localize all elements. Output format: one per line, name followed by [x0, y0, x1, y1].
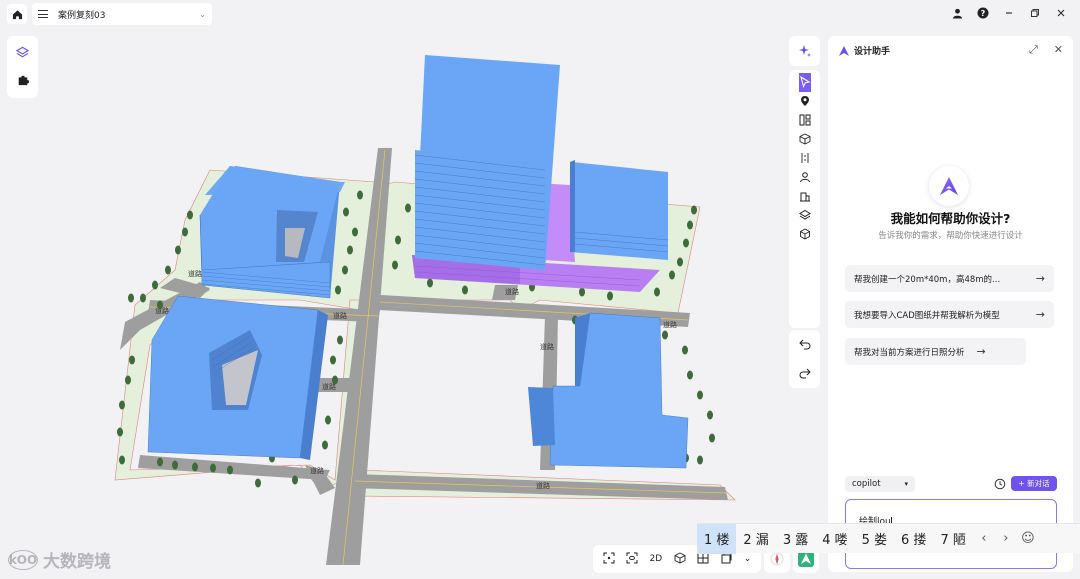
top-bar: 案例复刻03 ⌄ ?: [0, 0, 1080, 28]
history-icon[interactable]: [994, 478, 1006, 490]
scene-canvas: 道路 道路 道路 道路 道路 道路 道路 道路 道路: [114, 55, 736, 566]
restore-icon[interactable]: [1028, 6, 1042, 20]
ime-candidate[interactable]: 2 漏: [736, 524, 775, 554]
select-tool-button[interactable]: [798, 73, 811, 92]
ime-candidate[interactable]: 1 楼: [697, 523, 737, 554]
layer-tool-button[interactable]: [798, 206, 811, 225]
caret-down-icon: ▾: [904, 480, 908, 488]
eye-view-icon[interactable]: [626, 552, 638, 567]
close-panel-icon[interactable]: ✕: [1054, 43, 1063, 57]
building-icon: [799, 192, 810, 202]
road-label: 道路: [310, 466, 324, 475]
road-label: 道路: [188, 269, 202, 278]
user-group-icon: [799, 172, 810, 183]
road-label: 道路: [536, 481, 550, 490]
new-chat-button[interactable]: + 新对话: [1011, 476, 1057, 491]
cube-icon: [799, 133, 810, 145]
layout-tool-button[interactable]: [799, 111, 811, 130]
cursor-icon: [799, 75, 810, 89]
suggestion-item[interactable]: 帮我对当前方案进行日照分析 →: [845, 338, 1026, 365]
suggestion-item[interactable]: 帮我创建一个20m*40m，高48m的... →: [845, 265, 1054, 292]
assistant-title: 设计助手: [854, 47, 891, 57]
measure-tool-button[interactable]: [799, 149, 811, 168]
ime-candidate[interactable]: 7 陋: [933, 524, 972, 554]
svg-text:?: ?: [981, 9, 986, 18]
history-toolbar: [789, 330, 820, 388]
location-tool-button[interactable]: [799, 92, 811, 111]
building-c-tower[interactable]: [412, 55, 669, 292]
project-name: 案例复刻03: [58, 10, 106, 21]
assistant-logo-icon: [839, 45, 849, 56]
person-tool-button[interactable]: [799, 168, 811, 187]
redo-icon[interactable]: [799, 364, 811, 383]
box-tool-button[interactable]: [799, 130, 811, 149]
undo-icon[interactable]: [798, 335, 811, 354]
chevron-down-icon: ⌄: [199, 9, 206, 19]
ime-candidate[interactable]: 6 搂: [894, 524, 933, 554]
ime-candidate[interactable]: 3 露: [776, 524, 815, 554]
layers-icon: [798, 209, 811, 220]
watermark: kOO 大数跨境: [8, 547, 111, 572]
building-a[interactable]: [199, 166, 345, 299]
ai-sparkle-button[interactable]: [789, 36, 820, 66]
compass-icon: [770, 552, 784, 566]
building-b[interactable]: [147, 295, 328, 460]
model-select[interactable]: copilot ▾: [845, 476, 915, 492]
building-tool-button[interactable]: [799, 187, 811, 206]
road-label: 道路: [505, 287, 519, 296]
ruler-icon: [801, 153, 808, 163]
right-toolbar: [789, 70, 820, 328]
sparkle-icon: [798, 45, 811, 57]
ime-candidate[interactable]: 4 喽: [815, 524, 854, 554]
pin-icon: [800, 96, 809, 106]
emoji-icon[interactable]: ☺: [1017, 531, 1039, 546]
menu-icon[interactable]: [38, 10, 48, 19]
welcome-subtitle: 告诉我你的需求，帮助你快速进行设计: [878, 231, 1023, 241]
arrow-right-icon: →: [976, 345, 986, 358]
road-label: 道路: [540, 342, 554, 351]
minimize-icon[interactable]: [1002, 6, 1016, 20]
watermark-text: 大数跨境: [43, 552, 111, 572]
home-button[interactable]: [7, 4, 27, 24]
arrow-right-icon: →: [1035, 272, 1045, 285]
suggestion-item[interactable]: 我想要导入CAD图纸并帮我解析为模型 →: [845, 301, 1054, 328]
close-icon[interactable]: [1054, 6, 1068, 20]
3d-cube-icon[interactable]: [674, 551, 686, 567]
frame-icon[interactable]: [720, 552, 732, 567]
arrow-right-icon: →: [1035, 308, 1045, 321]
grid-icon[interactable]: [697, 552, 709, 567]
project-selector[interactable]: 案例复刻03 ⌄: [32, 3, 212, 25]
help-icon[interactable]: ?: [976, 6, 990, 20]
fit-view-icon[interactable]: [603, 552, 615, 567]
ime-next-icon[interactable]: ›: [995, 531, 1017, 546]
layout-icon: [799, 114, 810, 126]
user-icon[interactable]: [950, 6, 964, 20]
chevron-down-icon[interactable]: ⌄: [744, 554, 752, 564]
road-label: 道路: [663, 320, 677, 329]
ime-prev-icon[interactable]: ‹: [973, 531, 995, 546]
welcome-title: 我能如何帮助你设计?: [890, 211, 1011, 226]
model-tool-button[interactable]: [799, 225, 811, 244]
ime-candidate[interactable]: 5 娄: [855, 524, 894, 554]
3d-viewport[interactable]: 道路 道路 道路 道路 道路 道路 道路 道路 道路: [0, 28, 790, 579]
box-icon: [799, 228, 810, 240]
design-assistant-panel: 设计助手 ⤢ ✕ 我能如何帮助你设计? 告诉我你的需求，帮助你快速进行设计 帮我…: [828, 36, 1073, 572]
watermark-logo: kOO: [8, 549, 38, 570]
road-label: 道路: [333, 311, 347, 320]
assistant-avatar-icon: [929, 166, 969, 206]
home-icon: [12, 9, 22, 19]
ime-candidate-bar: 1 楼 2 漏 3 露 4 喽 5 娄 6 搂 7 陋 ‹ › ☺: [697, 523, 1080, 554]
2d-mode-button[interactable]: 2D: [649, 554, 662, 564]
expand-icon[interactable]: ⤢: [1029, 43, 1038, 57]
